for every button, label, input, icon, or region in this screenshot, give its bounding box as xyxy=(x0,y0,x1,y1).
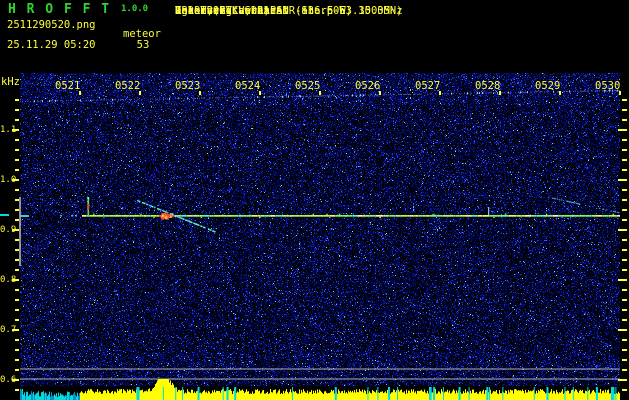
app-version: 1.0.0 xyxy=(121,4,149,14)
output-filename: 2511290520.png xyxy=(7,19,96,31)
freq-tick-minor xyxy=(622,119,627,121)
freq-tick-minor xyxy=(622,209,627,211)
time-tick xyxy=(199,91,201,95)
time-tick-label: 0530 xyxy=(595,80,621,92)
freq-tick-major xyxy=(12,129,19,131)
time-tick xyxy=(499,91,501,95)
freq-tick-minor xyxy=(15,119,19,121)
freq-tick-minor xyxy=(15,159,19,161)
freq-tick-minor xyxy=(622,139,627,141)
freq-tick-minor xyxy=(15,359,19,361)
time-tick xyxy=(379,91,381,95)
freq-tick-minor xyxy=(622,359,627,361)
freq-tick-major xyxy=(618,229,627,231)
freq-tick-minor xyxy=(15,149,19,151)
freq-tick-major xyxy=(12,379,19,381)
freq-tick-minor xyxy=(15,369,19,371)
time-tick-label: 0523 xyxy=(175,80,201,92)
freq-tick-major xyxy=(618,129,627,131)
freq-tick-major xyxy=(12,179,19,181)
time-tick xyxy=(259,91,261,95)
app-title: H R O F F T xyxy=(8,2,111,17)
freq-tick-minor xyxy=(622,149,627,151)
freq-tick-minor xyxy=(622,189,627,191)
freq-tick-minor xyxy=(622,389,627,391)
info-value: 2el-HB9CV Vertical (el. E-W) xyxy=(175,5,353,17)
freq-tick-minor xyxy=(622,299,627,301)
freq-tick-minor xyxy=(15,319,19,321)
freq-tick-minor xyxy=(622,109,627,111)
freq-tick-minor xyxy=(622,239,627,241)
hrofft-window: H R O F F T 1.0.0 2511290520.png meteor … xyxy=(0,0,629,400)
time-tick-label: 0524 xyxy=(235,80,261,92)
freq-tick-minor xyxy=(15,139,19,141)
time-tick xyxy=(439,91,441,95)
time-tick-label: 0529 xyxy=(535,80,561,92)
freq-tick-major xyxy=(618,179,627,181)
freq-tick-major xyxy=(12,329,19,331)
freq-tick-major xyxy=(12,279,19,281)
freq-tick-minor xyxy=(15,99,19,101)
freq-tick-minor xyxy=(15,389,19,391)
freq-tick-minor xyxy=(622,159,627,161)
freq-tick-minor xyxy=(622,289,627,291)
freq-tick-major xyxy=(618,379,627,381)
freq-tick-minor xyxy=(622,349,627,351)
freq-tick-major xyxy=(618,329,627,331)
freq-tick-minor xyxy=(15,309,19,311)
spectrogram-canvas xyxy=(20,73,620,400)
time-tick xyxy=(79,91,81,95)
time-tick-label: 0522 xyxy=(115,80,141,92)
freq-tick-minor xyxy=(622,339,627,341)
freq-tick-minor xyxy=(15,109,19,111)
time-tick xyxy=(559,91,561,95)
freq-tick-minor xyxy=(622,259,627,261)
freq-tick-minor xyxy=(15,349,19,351)
freq-tick-minor xyxy=(622,169,627,171)
freq-tick-major xyxy=(618,279,627,281)
meteor-count: 53 xyxy=(136,39,150,51)
time-tick-label: 0528 xyxy=(475,80,501,92)
freq-tick-minor xyxy=(15,289,19,291)
time-tick xyxy=(619,91,621,95)
freq-tick-major xyxy=(12,229,19,231)
freq-tick-minor xyxy=(622,249,627,251)
time-tick-label: 0521 xyxy=(55,80,81,92)
carrier-level-dash xyxy=(0,214,9,216)
time-tick xyxy=(139,91,141,95)
freq-tick-minor xyxy=(622,309,627,311)
freq-axis-unit: kHz xyxy=(1,76,20,88)
freq-tick-minor xyxy=(622,99,627,101)
freq-tick-minor xyxy=(15,189,19,191)
observation-datetime: 25.11.29 05:20 xyxy=(7,39,96,51)
freq-tick-minor xyxy=(15,169,19,171)
freq-tick-minor xyxy=(15,339,19,341)
time-tick-label: 0526 xyxy=(355,80,381,92)
freq-tick-minor xyxy=(15,299,19,301)
time-tick-label: 0527 xyxy=(415,80,441,92)
freq-tick-minor xyxy=(622,269,627,271)
time-tick-label: 0525 xyxy=(295,80,321,92)
freq-tick-minor xyxy=(622,369,627,371)
time-tick xyxy=(319,91,321,95)
freq-tick-minor xyxy=(622,219,627,221)
freq-range-marker xyxy=(19,197,21,266)
freq-tick-minor xyxy=(15,269,19,271)
freq-tick-minor xyxy=(622,199,627,201)
freq-tick-minor xyxy=(622,319,627,321)
